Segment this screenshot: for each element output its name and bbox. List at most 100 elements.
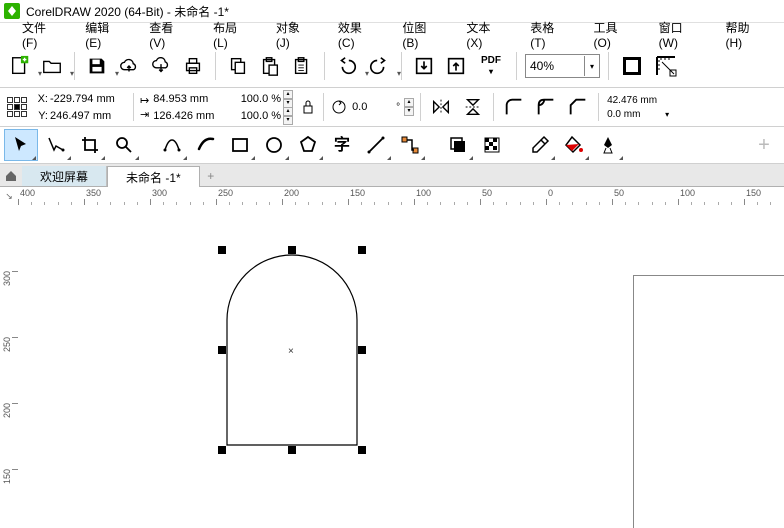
menu-tools[interactable]: 工具(O) xyxy=(580,17,645,52)
crop-tool[interactable] xyxy=(74,130,106,160)
outline-offset-input[interactable] xyxy=(605,108,663,121)
export-button[interactable] xyxy=(442,52,470,80)
lock-ratio-button[interactable] xyxy=(299,95,317,119)
scale-h-spinner[interactable]: ▴▾ xyxy=(283,107,293,125)
freehand-tool[interactable] xyxy=(156,130,188,160)
handle-top-right[interactable] xyxy=(358,246,366,254)
zoom-input[interactable] xyxy=(526,56,584,76)
canvas-area: ↘ 40035030025020015010050050100150 30025… xyxy=(0,187,784,528)
new-button[interactable]: ▾ xyxy=(6,52,34,80)
tab-welcome-label: 欢迎屏幕 xyxy=(40,168,88,185)
handle-middle-right[interactable] xyxy=(358,346,366,354)
mirror-h-button[interactable] xyxy=(427,93,455,121)
outline-pen-tool[interactable] xyxy=(592,130,624,160)
zoom-level[interactable]: ▾ xyxy=(525,54,600,78)
scale-w[interactable]: 100.0 xyxy=(236,93,268,105)
corner-chamfer-button[interactable] xyxy=(564,93,592,121)
text-tool[interactable]: 字 xyxy=(326,130,358,160)
tab-welcome[interactable]: 欢迎屏幕 xyxy=(22,166,107,186)
menu-file[interactable]: 文件(F) xyxy=(8,17,71,52)
height-icon: ⇥ xyxy=(140,108,149,121)
pick-tool[interactable] xyxy=(4,129,38,161)
ellipse-tool[interactable] xyxy=(258,130,290,160)
rotation-icon xyxy=(330,98,348,116)
corner-round-button[interactable] xyxy=(500,93,528,121)
handle-bottom-right[interactable] xyxy=(358,446,366,454)
shape-tool[interactable] xyxy=(40,130,72,160)
menu-window[interactable]: 窗口(W) xyxy=(645,17,712,52)
fullscreen-button[interactable] xyxy=(617,51,647,81)
mirror-v-button[interactable] xyxy=(459,93,487,121)
add-tab-button[interactable]: + xyxy=(200,166,222,186)
handle-top-left[interactable] xyxy=(218,246,226,254)
handle-bottom-middle[interactable] xyxy=(288,446,296,454)
menu-bitmap[interactable]: 位图(B) xyxy=(388,17,452,52)
scale-group: 100.0 %▴▾ 100.0 %▴▾ xyxy=(236,90,293,124)
width-input[interactable] xyxy=(151,91,230,107)
menu-bar: 文件(F) 编辑(E) 查看(V) 布局(L) 对象(J) 效果(C) 位图(B… xyxy=(0,23,784,45)
publish-pdf-button[interactable]: PDF▾ xyxy=(474,52,508,80)
paste-button[interactable] xyxy=(256,52,284,80)
clipboard-button[interactable] xyxy=(288,52,316,80)
rotation-group: ° ▴▾ xyxy=(330,98,414,116)
zoom-dropdown[interactable]: ▾ xyxy=(584,56,599,76)
scale-h[interactable]: 100.0 xyxy=(236,110,268,122)
menu-text[interactable]: 文本(X) xyxy=(452,17,516,52)
add-tool-button[interactable]: + xyxy=(748,130,780,160)
menu-view[interactable]: 查看(V) xyxy=(135,17,199,52)
dimension-tool[interactable] xyxy=(360,130,392,160)
cloud-open-button[interactable] xyxy=(115,52,143,80)
artistic-media-tool[interactable] xyxy=(190,130,222,160)
menu-object[interactable]: 对象(J) xyxy=(262,17,324,52)
selected-shape[interactable]: × xyxy=(222,250,362,450)
home-tab[interactable] xyxy=(0,166,22,186)
transparency-tool[interactable] xyxy=(476,130,508,160)
copy-button[interactable] xyxy=(224,52,252,80)
open-button[interactable]: ▾ xyxy=(38,52,66,80)
width-icon: ↦ xyxy=(140,94,149,107)
menu-layout[interactable]: 布局(L) xyxy=(199,17,262,52)
print-button[interactable] xyxy=(179,52,207,80)
rulers-button[interactable] xyxy=(651,51,681,81)
tab-document[interactable]: 未命名 -1* xyxy=(107,166,200,187)
size-group: ↦ ⇥ xyxy=(140,90,230,124)
ruler-corner[interactable]: ↘ xyxy=(0,187,19,206)
standard-toolbar: ▾ ▾ ▾ ▾ ▾ PDF▾ ▾ xyxy=(0,45,784,88)
page-boundary xyxy=(633,275,784,528)
ruler-horizontal[interactable]: 40035030025020015010050050100150 xyxy=(18,187,784,206)
tab-document-label: 未命名 -1* xyxy=(126,169,181,186)
handle-middle-left[interactable] xyxy=(218,346,226,354)
rotation-spinner[interactable]: ▴▾ xyxy=(404,98,414,116)
menu-edit[interactable]: 编辑(E) xyxy=(71,17,135,52)
ruler-vertical[interactable]: 300250200150 xyxy=(0,205,19,528)
redo-button[interactable]: ▾ xyxy=(365,52,393,80)
polygon-tool[interactable] xyxy=(292,130,324,160)
x-input[interactable] xyxy=(48,91,127,107)
cloud-save-button[interactable] xyxy=(147,52,175,80)
connector-tool[interactable] xyxy=(394,130,426,160)
position-origin-icon[interactable] xyxy=(6,94,28,120)
drawing-canvas[interactable]: × xyxy=(18,205,784,528)
eyedropper-tool[interactable] xyxy=(524,130,556,160)
svg-text:字: 字 xyxy=(334,135,350,154)
y-input[interactable] xyxy=(48,108,127,124)
scale-w-spinner[interactable]: ▴▾ xyxy=(283,90,293,108)
menu-help[interactable]: 帮助(H) xyxy=(712,17,777,52)
x-label: X: xyxy=(34,93,48,105)
handle-bottom-left[interactable] xyxy=(218,446,226,454)
menu-table[interactable]: 表格(T) xyxy=(516,17,579,52)
handle-top-middle[interactable] xyxy=(288,246,296,254)
undo-button[interactable]: ▾ xyxy=(333,52,361,80)
save-button[interactable]: ▾ xyxy=(83,52,111,80)
rotation-input[interactable] xyxy=(350,100,394,114)
drop-shadow-tool[interactable] xyxy=(442,130,474,160)
zoom-tool[interactable] xyxy=(108,130,140,160)
import-button[interactable] xyxy=(410,52,438,80)
corner-scallop-button[interactable] xyxy=(532,93,560,121)
property-bar: X: Y: ↦ ⇥ 100.0 %▴▾ 100.0 %▴▾ ° ▴▾ ▾ xyxy=(0,88,784,127)
menu-effects[interactable]: 效果(C) xyxy=(324,17,389,52)
fill-tool[interactable] xyxy=(558,130,590,160)
corner-radius-input[interactable] xyxy=(605,94,663,107)
height-input[interactable] xyxy=(151,108,230,124)
rectangle-tool[interactable] xyxy=(224,130,256,160)
